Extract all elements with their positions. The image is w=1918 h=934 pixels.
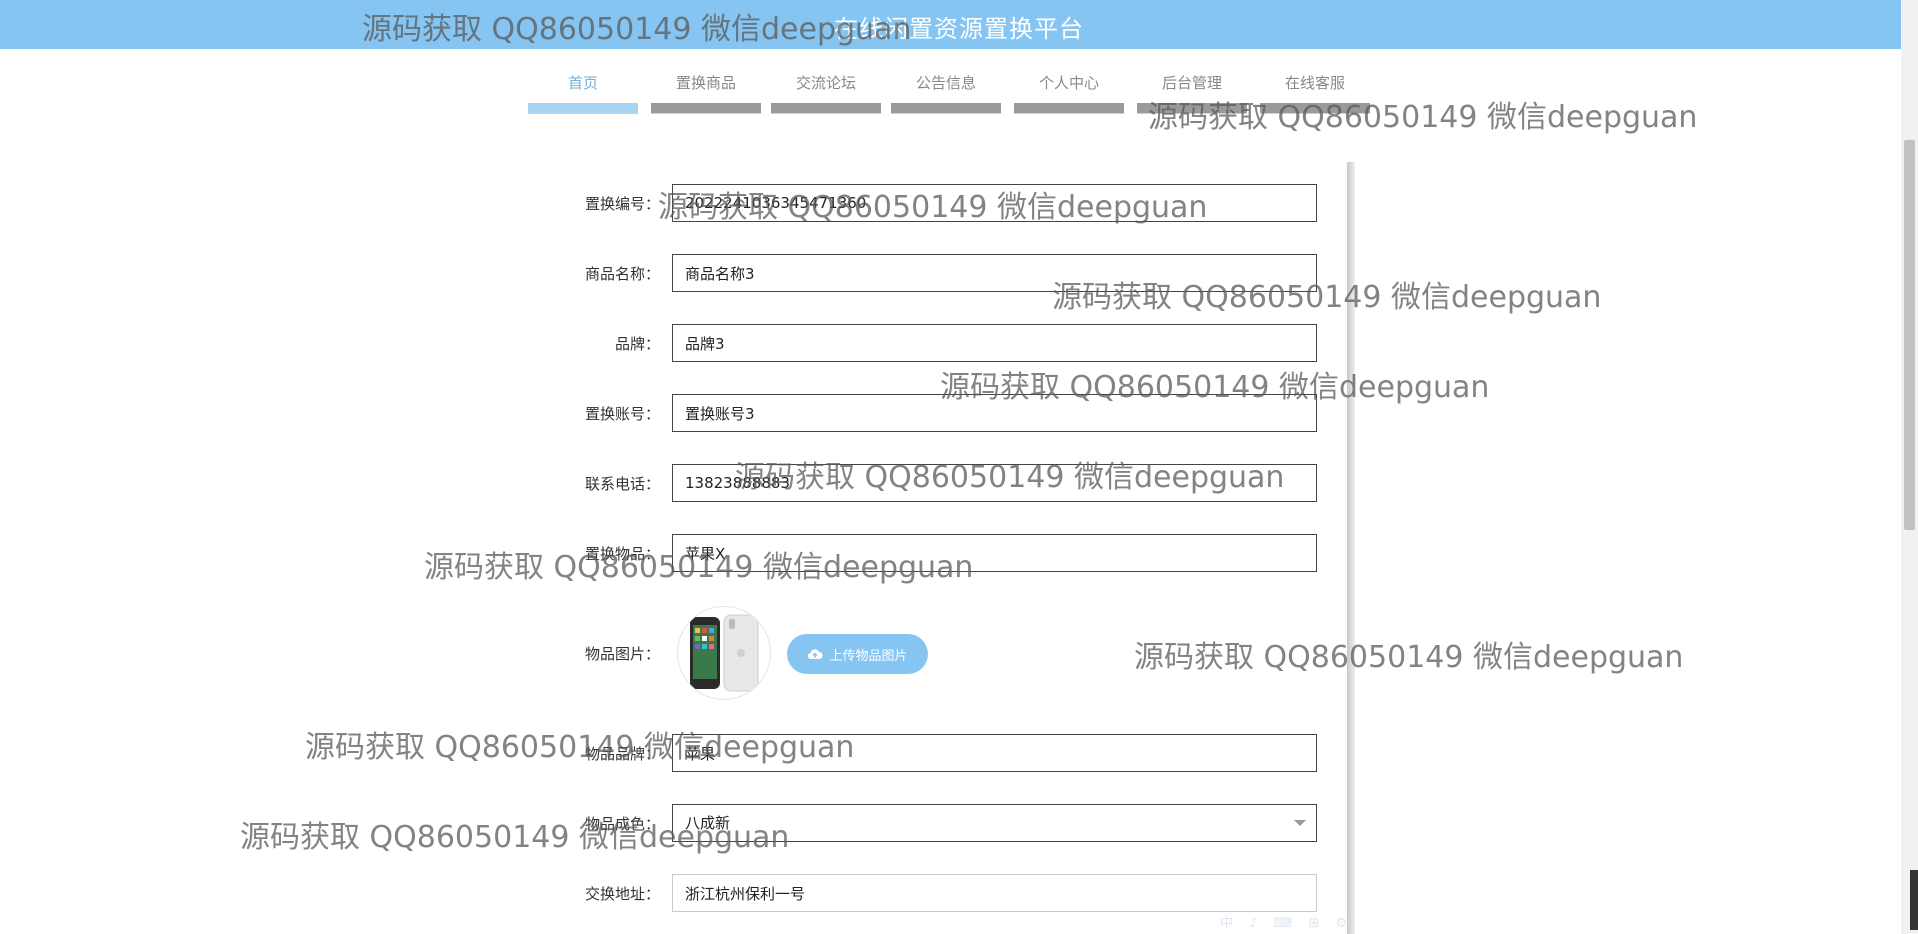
nav-item-label: 首页 <box>567 74 598 92</box>
nav-item-home[interactable]: 首页 <box>528 72 638 114</box>
nav-item-admin[interactable]: 后台管理 <box>1137 72 1247 114</box>
panel-divider <box>1347 162 1355 934</box>
item-image-thumbnail[interactable] <box>677 606 771 700</box>
nav-item-underline <box>1014 103 1124 114</box>
nav-item-personal-center[interactable]: 个人中心 <box>1014 72 1124 114</box>
upload-button-label: 上传物品图片 <box>829 648 908 664</box>
header-bar: 在线闲置资源置换平台 <box>0 0 1918 49</box>
brand-label: 品牌： <box>614 335 660 353</box>
item-brand-input[interactable] <box>672 734 1317 772</box>
brand-input[interactable] <box>672 324 1317 362</box>
nav-item-label: 在线客服 <box>1284 74 1345 92</box>
exchange-account-label: 置换账号： <box>584 405 660 423</box>
nav-item-forum[interactable]: 交流论坛 <box>771 72 881 114</box>
exchange-item-input[interactable] <box>672 534 1317 572</box>
nav-item-underline <box>651 103 761 114</box>
item-condition-label: 物品成色： <box>584 815 660 833</box>
exchange-item-label: 置换物品： <box>584 545 660 563</box>
nav-item-underline <box>528 103 638 114</box>
upload-item-image-button[interactable]: 上传物品图片 <box>787 634 928 674</box>
nav-item-label: 置换商品 <box>675 74 736 92</box>
nav-item-underline <box>1137 103 1247 114</box>
phone-image <box>690 614 759 692</box>
nav-item-exchange-goods[interactable]: 置换商品 <box>651 72 761 114</box>
item-condition-value: 八成新 <box>685 814 731 832</box>
scrollbar-thumb[interactable] <box>1904 140 1915 530</box>
side-widget[interactable] <box>1910 870 1918 930</box>
nav-item-underline <box>891 103 1001 114</box>
cloud-upload-icon <box>808 649 823 660</box>
nav-item-label: 个人中心 <box>1038 74 1099 92</box>
site-title: 在线闲置资源置换平台 <box>834 15 1084 43</box>
item-brand-label: 物品品牌： <box>584 745 660 763</box>
nav-item-label: 公告信息 <box>915 74 976 92</box>
nav-item-underline <box>771 103 881 114</box>
product-name-input[interactable] <box>672 254 1317 292</box>
nav-item-announcements[interactable]: 公告信息 <box>891 72 1001 114</box>
product-name-label: 商品名称： <box>584 265 660 283</box>
form-row-item-image: 物品图片： <box>0 606 1918 702</box>
phone-label: 联系电话： <box>584 475 660 493</box>
exchange-address-label: 交换地址： <box>584 885 660 903</box>
exchange-address-input[interactable] <box>672 874 1317 912</box>
exchange-no-input[interactable] <box>672 184 1317 222</box>
exchange-no-label: 置换编号： <box>584 195 660 213</box>
nav-item-label: 交流论坛 <box>795 74 856 92</box>
ime-toolbar: 中 ♪ ⌨ ⊞ ⚙ <box>1220 916 1354 931</box>
phone-input[interactable] <box>672 464 1317 502</box>
nav-item-underline <box>1260 103 1370 114</box>
item-image-label: 物品图片： <box>584 645 660 663</box>
exchange-account-input[interactable] <box>672 394 1317 432</box>
nav-item-online-service[interactable]: 在线客服 <box>1260 72 1370 114</box>
chevron-down-icon <box>1294 820 1306 826</box>
main-nav: 首页 置换商品 交流论坛 公告信息 个人中心 后台管理 在线客服 <box>0 72 1918 114</box>
item-condition-select[interactable]: 八成新 <box>672 804 1317 842</box>
nav-item-label: 后台管理 <box>1161 74 1222 92</box>
